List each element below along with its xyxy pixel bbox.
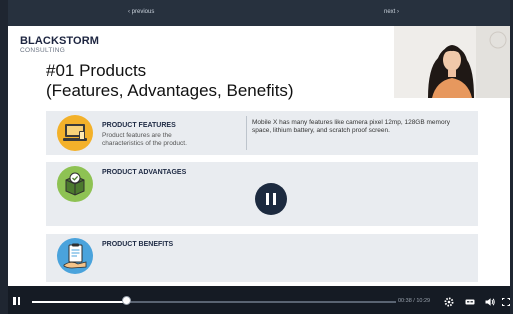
playback-time: 00:38 / 10:29: [398, 298, 431, 304]
fullscreen-icon[interactable]: [502, 295, 510, 307]
brand-logo-subtitle: CONSULTING: [20, 47, 66, 54]
row-title: PRODUCT ADVANTAGES: [102, 169, 187, 176]
slide-navigation-bar: ‹ previous next ›: [8, 0, 510, 26]
previous-link[interactable]: ‹ previous: [128, 9, 154, 15]
row-description: Product features are the characteristics…: [102, 132, 187, 147]
progress-fill: [32, 301, 127, 303]
pause-bar: [13, 297, 16, 305]
player-control-bar: 00:38 / 10:29: [8, 286, 510, 314]
row-title: PRODUCT BENEFITS: [102, 241, 174, 248]
pause-bar: [17, 297, 20, 305]
progress-scrubber-handle[interactable]: [122, 296, 132, 305]
progress-track[interactable]: [32, 301, 396, 303]
player-frame-left: [0, 0, 8, 314]
product-benefits-row: PRODUCT BENEFITS: [46, 234, 478, 282]
brand-logo-name: BLACKSTORM: [20, 35, 100, 47]
captions-icon[interactable]: [464, 295, 476, 307]
next-link[interactable]: next ›: [384, 9, 399, 15]
settings-icon[interactable]: [443, 295, 455, 307]
slide: BLACKSTORM CONSULTING #01 Products (Feat…: [8, 26, 510, 286]
pause-bar: [266, 193, 269, 205]
volume-icon[interactable]: [484, 295, 496, 307]
box-checkmark-icon: [57, 166, 93, 202]
pause-icon[interactable]: [13, 297, 21, 305]
pause-bar: [273, 193, 276, 205]
row-title: PRODUCT FEATURES: [102, 122, 176, 129]
product-features-row: PRODUCT FEATURES Product features are th…: [46, 111, 478, 155]
presenter-figure: [394, 26, 510, 98]
presenter-webcam: [394, 26, 510, 98]
center-pause-button[interactable]: [255, 183, 287, 215]
slide-title-line1: #01 Products: [46, 61, 147, 80]
laptop-devices-icon: [57, 115, 93, 151]
slide-title-line2: (Features, Advantages, Benefits): [46, 81, 294, 100]
row-divider: [246, 116, 247, 150]
clipboard-hand-icon: [57, 238, 93, 274]
row-example-text: Mobile X has many features like camera p…: [252, 119, 450, 134]
